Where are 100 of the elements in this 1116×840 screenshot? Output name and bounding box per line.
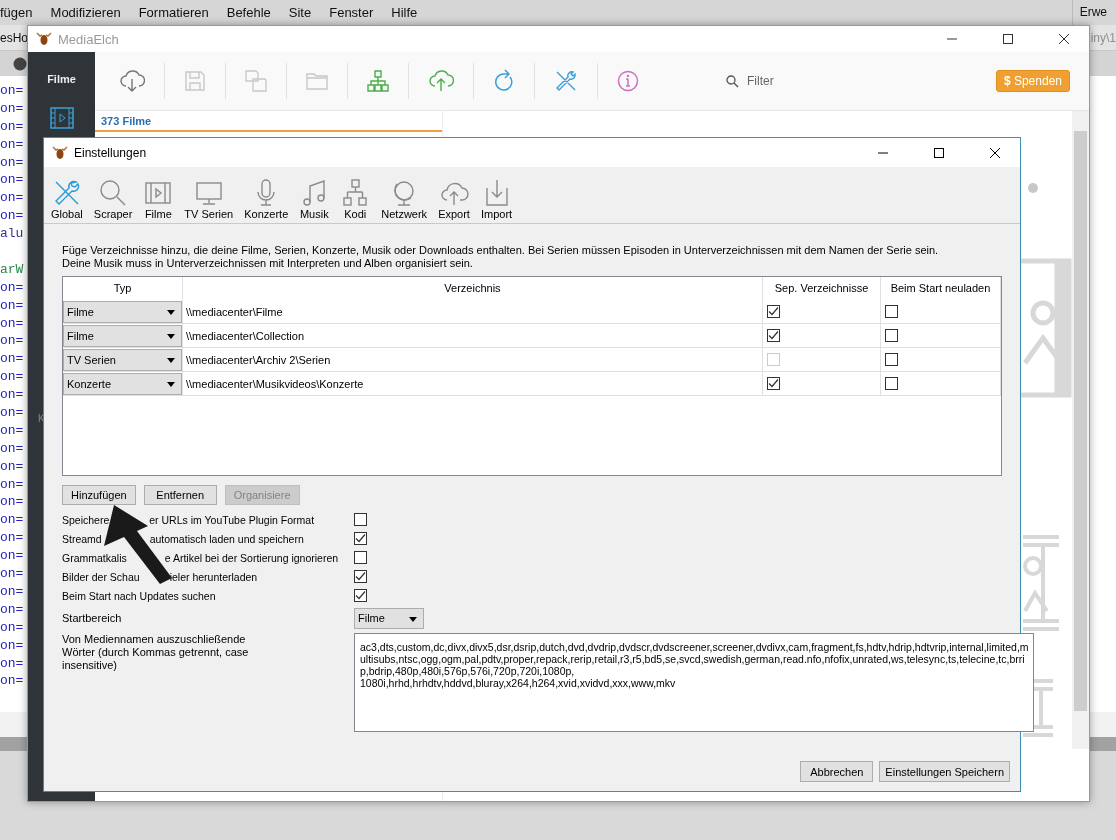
menu-item[interactable]: Fenster	[329, 5, 383, 20]
type-dropdown[interactable]: Konzerte	[63, 372, 182, 395]
dialog-button[interactable]: Einstellungen Speichern	[879, 761, 1010, 782]
option-label: Speichere	[62, 513, 110, 526]
code-text: alu	[0, 226, 24, 242]
action-button[interactable]: Entfernen	[143, 485, 217, 505]
checkbox[interactable]	[354, 551, 367, 564]
code-text: on=	[0, 422, 24, 438]
folder-path: \\mediacenter\Musikvideos\Konzerte	[186, 377, 364, 390]
menu-item[interactable]: Site	[288, 5, 321, 20]
folder-path: \\mediacenter\Archiv 2\Serien	[186, 353, 331, 366]
close-icon[interactable]	[1058, 33, 1070, 45]
start-area-dropdown[interactable]: Filme	[354, 607, 424, 629]
document-tab[interactable]: esHo	[0, 30, 28, 45]
code-text: on=	[0, 172, 24, 188]
checkbox[interactable]	[885, 329, 898, 342]
code-text: on=	[0, 83, 24, 98]
option-label: er URLs im YouTube Plugin Format	[149, 513, 315, 526]
type-dropdown[interactable]: Filme	[63, 300, 182, 323]
cloud-upload-icon[interactable]	[428, 69, 454, 93]
checkbox[interactable]	[354, 589, 367, 602]
maximize-icon[interactable]	[1002, 33, 1014, 45]
sitemap-icon[interactable]	[367, 70, 389, 92]
code-text: on=	[0, 458, 24, 474]
settings-tab[interactable]: TV Serien	[184, 178, 234, 220]
checkbox[interactable]	[767, 329, 780, 342]
intro-text: Füge Verzeichnisse hinzu, die deine Filme, Serien, Konzerte, Musik oder Downloads enthalten. Bei Serien müssen Episoden in Unterverzeichnissen mit dem Namen der Serie sein.	[62, 244, 940, 257]
code-text: on=	[0, 279, 24, 295]
checkbox[interactable]	[354, 570, 367, 583]
option-label: Streamd	[62, 532, 102, 545]
folder-path: \\mediacenter\Collection	[186, 329, 304, 342]
code-text: on=	[0, 566, 24, 582]
checkbox[interactable]	[767, 305, 780, 318]
option-label: Startbereich	[62, 612, 123, 624]
settings-tab[interactable]: Import	[480, 178, 513, 220]
code-text: on=	[0, 637, 24, 653]
tools-icon[interactable]	[554, 69, 578, 93]
filter-field[interactable]: Filter	[745, 73, 869, 89]
settings-tab[interactable]: Netzwerk	[381, 178, 428, 220]
handle-dot[interactable]	[1028, 183, 1038, 193]
menu-item[interactable]: Formatieren	[138, 5, 218, 20]
info-icon[interactable]	[617, 70, 639, 92]
menu-item[interactable]: Modifizieren	[50, 5, 130, 20]
search-icon	[726, 74, 739, 88]
option-label: Grammatkalis	[62, 551, 127, 564]
code-text: on=	[0, 512, 24, 528]
code-text: on=	[0, 387, 24, 403]
type-dropdown[interactable]: TV Serien	[63, 348, 182, 371]
settings-tab[interactable]: Konzerte	[244, 178, 289, 220]
menu-item[interactable]: Befehle	[226, 5, 280, 20]
settings-tab[interactable]: Kodi	[340, 178, 371, 220]
checkbox[interactable]	[885, 305, 898, 318]
settings-tab[interactable]: Musik	[299, 178, 330, 220]
settings-tab[interactable]: Export	[438, 178, 470, 220]
close-icon[interactable]	[989, 146, 1001, 159]
code-text: on=	[0, 190, 24, 206]
maximize-icon[interactable]	[933, 146, 945, 159]
code-text: on=	[0, 405, 24, 421]
checkbox[interactable]	[885, 377, 898, 390]
action-button[interactable]: Hinzufügen	[62, 485, 136, 505]
code-text: on=	[0, 494, 24, 510]
code-text: on=	[0, 136, 24, 152]
code-text: on=	[0, 297, 24, 313]
option-label: Bilder der Schau	[62, 570, 140, 583]
settings-tab[interactable]: Scraper	[93, 178, 133, 220]
code-text: on=	[0, 673, 24, 689]
code-text: on=	[0, 619, 24, 635]
scrollbar[interactable]	[1072, 111, 1089, 749]
column-header[interactable]: Verzeichnis	[183, 277, 763, 300]
dialog-button[interactable]: Abbrechen	[800, 761, 874, 782]
intro-text: Deine Musik muss in Unterverzeichnissen mit Interpreten und Alben organisiert sein.	[62, 257, 474, 270]
menu-item[interactable]: fügen	[0, 5, 42, 20]
cloud-download-icon[interactable]	[119, 69, 145, 93]
code-text: arW	[0, 261, 24, 277]
settings-tab[interactable]: Global	[51, 178, 83, 220]
column-header[interactable]: Beim Start neuladen	[881, 277, 1001, 300]
column-header[interactable]: Sep. Verzeichnisse	[763, 277, 881, 300]
movie-count-header: 373 Filme	[95, 111, 442, 132]
column-header[interactable]: Typ	[63, 277, 183, 300]
excluded-words-field[interactable]: ac3,dts,custom,dc,divx,divx5,dsr,dsrip,dutch,dvd,dvdrip,dvdscr,dvdscreener,screener,dvdivx,cam,fragment,fs,hdtv,hdrip,hdtvrip,internal,limited,multisubs,ntsc,ogg,ogm,pal,pdtv,proper,repack,rerip,retail,r3,r5,bd5,se,svcd,swedish,german,read.nfo,nfofix,unrated,ws,telesync,ts,telecine,tc,brrip,bdrip,480p,480i,576p,576i,720p,720i,1080p, 1080i,hrhd,hrhdtv,hddvd,bluray,x264,h264,xvid,xvidvd,xxx,www,mkv	[354, 633, 1034, 732]
window-title: MediaElch	[58, 31, 119, 47]
refresh-icon[interactable]	[493, 69, 515, 93]
dialog-title: Einstellungen	[74, 145, 147, 160]
code-text: on=	[0, 583, 24, 599]
elk-logo-icon	[36, 31, 52, 47]
checkbox[interactable]	[354, 532, 367, 545]
code-text: on=	[0, 476, 24, 492]
settings-tab[interactable]: Filme	[143, 178, 174, 220]
film-icon[interactable]	[49, 107, 74, 129]
code-text: on=	[0, 100, 24, 116]
checkbox[interactable]	[767, 377, 780, 390]
checkbox[interactable]	[885, 353, 898, 366]
code-text: on=	[0, 530, 24, 546]
checkbox[interactable]	[354, 513, 367, 526]
folder-path: \\mediacenter\Filme	[186, 305, 283, 318]
sidebar-section-label[interactable]: Filme	[47, 73, 76, 85]
menu-item[interactable]: Hilfe	[391, 5, 427, 20]
code-text: on=	[0, 601, 24, 617]
option-label: automatisch laden und speichern	[149, 532, 304, 545]
type-dropdown[interactable]: Filme	[63, 324, 182, 347]
